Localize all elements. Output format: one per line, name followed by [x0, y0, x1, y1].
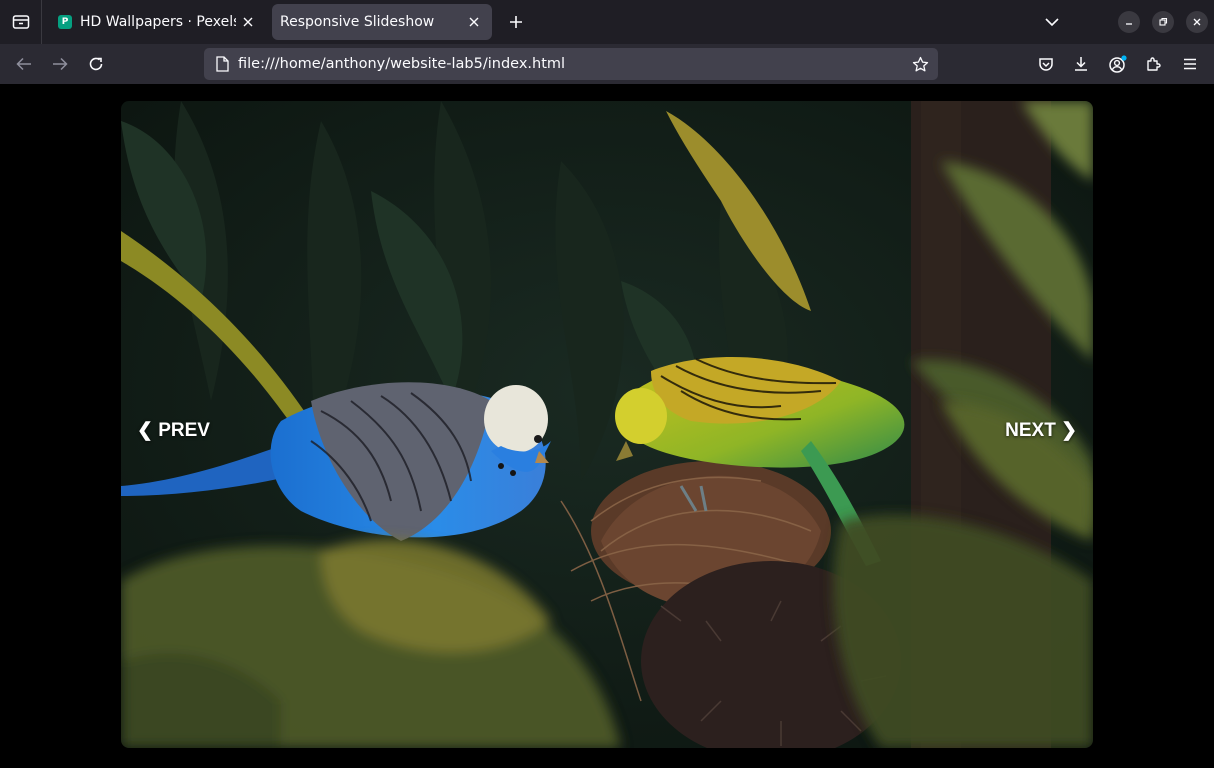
extensions-button[interactable] [1140, 50, 1168, 78]
pexels-favicon-icon: P [58, 15, 72, 29]
tab-list-icon [12, 15, 29, 29]
navigation-toolbar: file:///home/anthony/website-lab5/index.… [0, 44, 1214, 84]
url-bar[interactable]: file:///home/anthony/website-lab5/index.… [204, 48, 938, 80]
back-button[interactable] [10, 50, 38, 78]
tab-title: Responsive Slideshow [280, 14, 435, 30]
tab-list-button[interactable] [0, 0, 42, 44]
forward-button[interactable] [46, 50, 74, 78]
page-icon [214, 56, 230, 72]
tab-title: HD Wallpapers · Pexels [80, 14, 236, 30]
list-all-tabs-button[interactable] [1038, 8, 1066, 36]
restore-button[interactable] [1152, 11, 1174, 33]
bookmark-button[interactable] [906, 50, 934, 78]
close-icon [243, 17, 253, 27]
arrow-right-icon [53, 57, 68, 71]
plus-icon [510, 16, 522, 28]
tab-strip: P HD Wallpapers · Pexels Responsive Slid… [0, 0, 1214, 44]
chevron-down-icon [1045, 18, 1059, 27]
prev-button[interactable]: ❮ PREV [137, 419, 210, 442]
slide-image-budgies [121, 101, 1093, 748]
puzzle-icon [1147, 57, 1161, 71]
url-text[interactable]: file:///home/anthony/website-lab5/index.… [238, 56, 906, 72]
close-icon [469, 17, 479, 27]
restore-icon [1159, 17, 1168, 26]
close-icon [1193, 18, 1201, 26]
tab-close-button[interactable] [236, 10, 260, 34]
minimize-button[interactable] [1118, 11, 1140, 33]
star-icon [912, 56, 928, 71]
account-button[interactable] [1104, 50, 1132, 78]
new-tab-button[interactable] [502, 8, 530, 36]
account-icon [1109, 55, 1127, 73]
arrow-left-icon [16, 57, 31, 71]
reload-button[interactable] [82, 50, 110, 78]
pocket-button[interactable] [1032, 50, 1060, 78]
reload-icon [89, 57, 103, 71]
close-window-button[interactable] [1186, 11, 1208, 33]
next-button[interactable]: NEXT ❯ [1005, 419, 1077, 442]
tab-responsive-slideshow[interactable]: Responsive Slideshow [272, 4, 492, 40]
pocket-icon [1039, 57, 1053, 71]
downloads-button[interactable] [1067, 50, 1095, 78]
download-icon [1075, 57, 1087, 71]
hamburger-icon [1184, 58, 1196, 70]
tab-pexels[interactable]: P HD Wallpapers · Pexels [48, 4, 266, 40]
tab-close-button[interactable] [462, 10, 486, 34]
slideshow-container: ❮ PREV NEXT ❯ [121, 101, 1093, 748]
minimize-icon [1126, 23, 1132, 25]
menu-button[interactable] [1176, 50, 1204, 78]
